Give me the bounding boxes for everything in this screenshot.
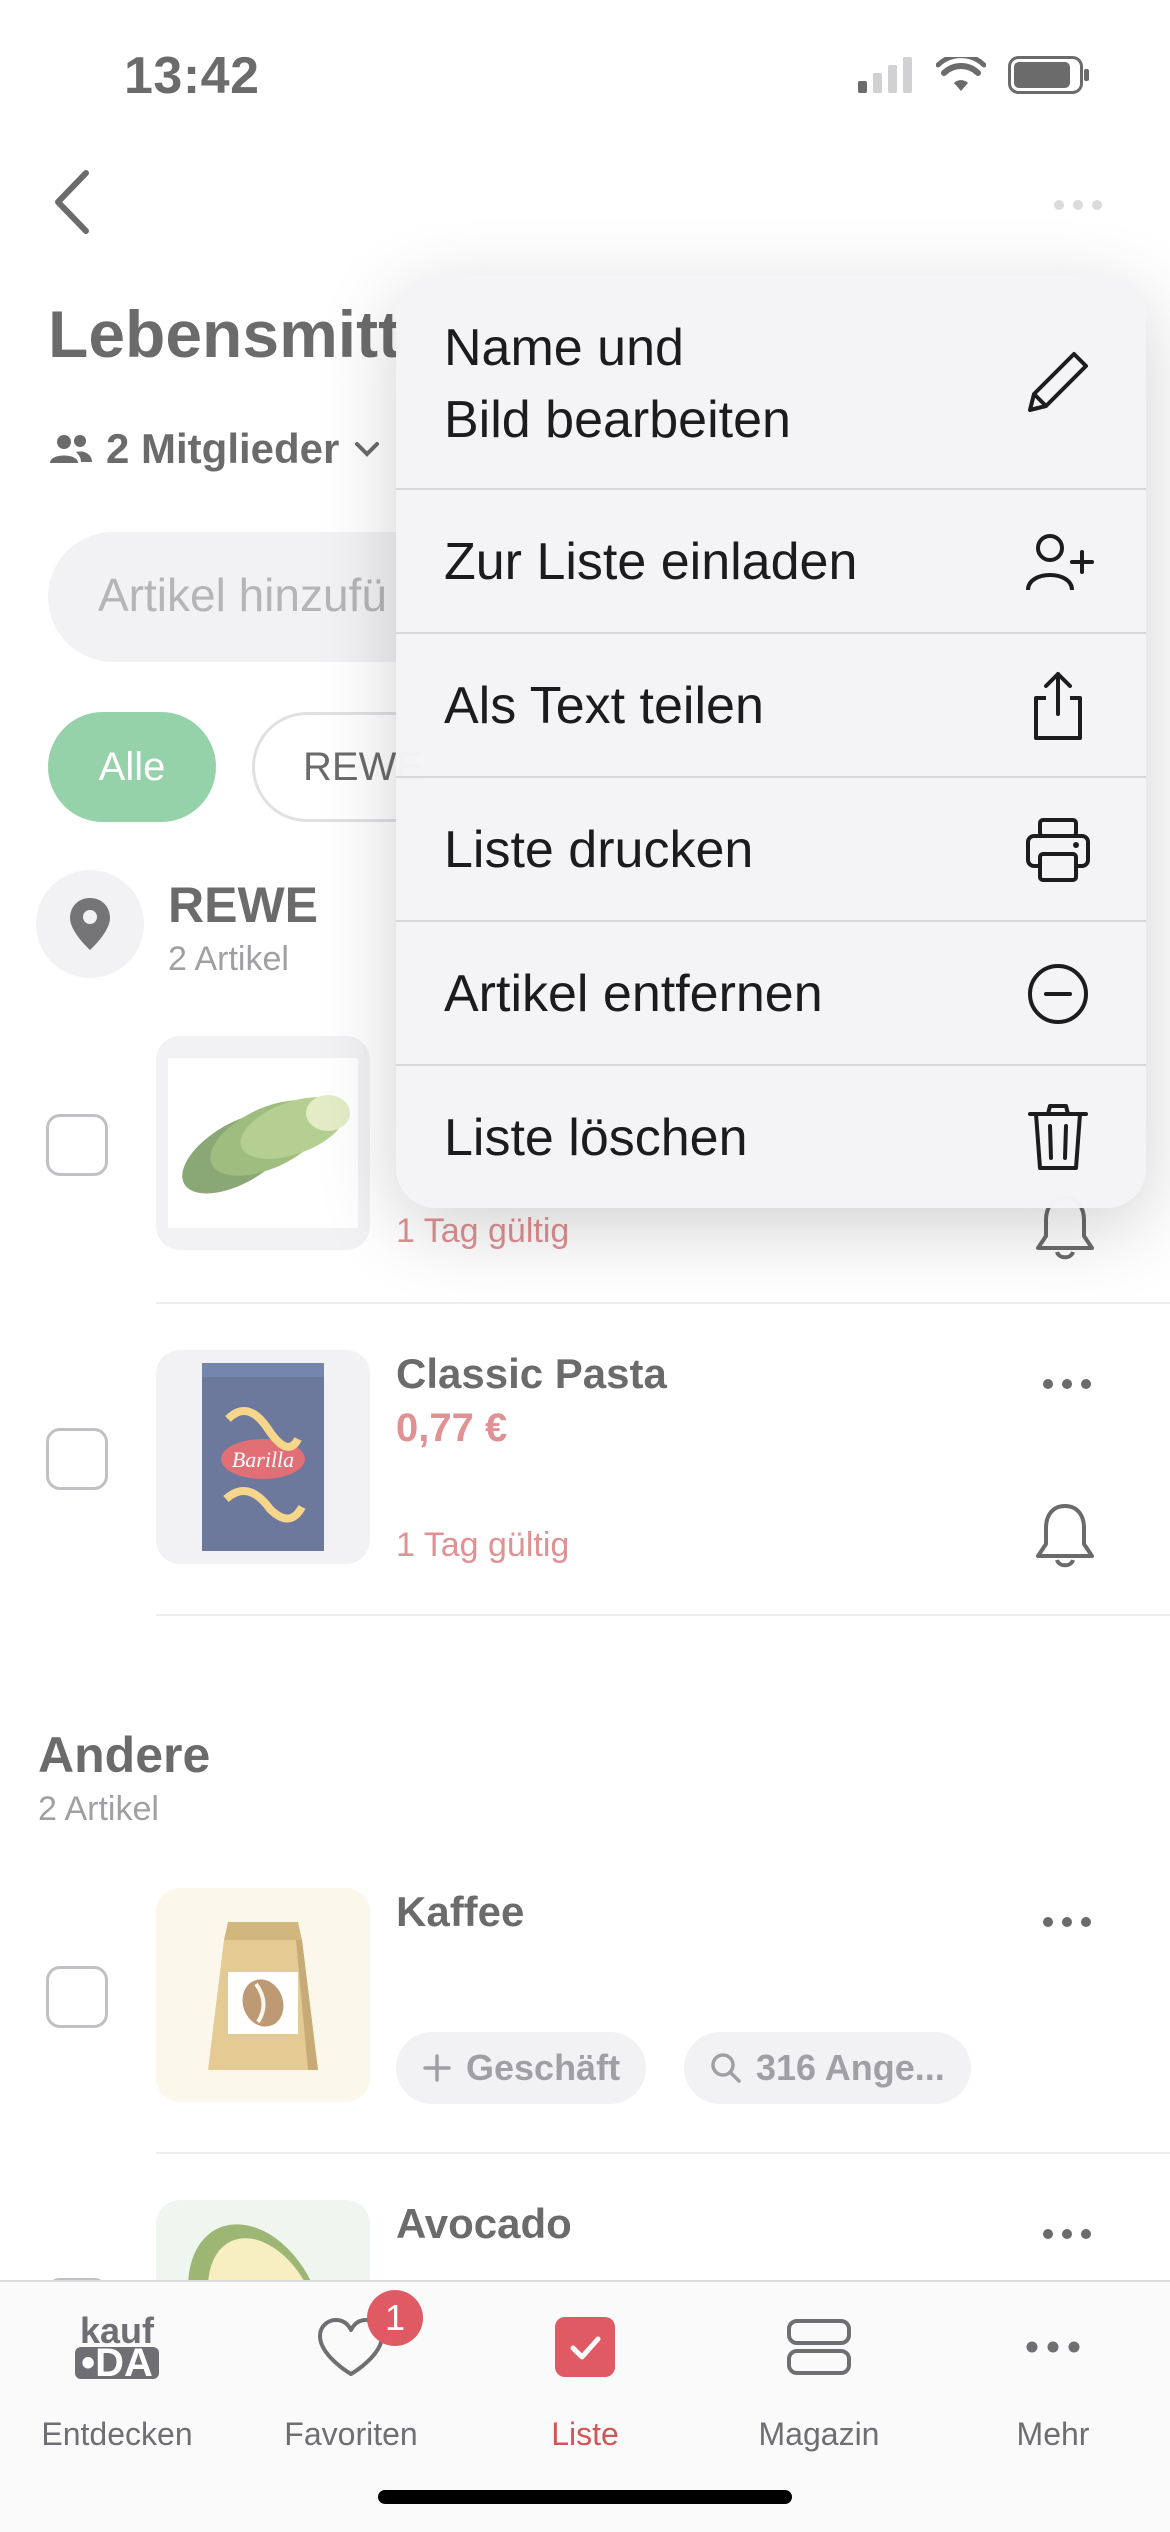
checklist-icon (555, 2317, 615, 2377)
tab-label: Entdecken (41, 2416, 193, 2452)
tab-favoriten[interactable]: 1 Favoriten (234, 2290, 468, 2482)
minus-circle-icon (1018, 954, 1098, 1034)
more-icon (1026, 2341, 1080, 2353)
printer-icon (1018, 810, 1098, 890)
menu-item-label: Artikel entfernen (444, 965, 823, 1023)
tab-liste[interactable]: Liste (468, 2302, 702, 2482)
tab-entdecken[interactable]: kauf •DA Entdecken (0, 2302, 234, 2482)
menu-item-label: Als Text teilen (444, 677, 764, 735)
menu-item-label: Liste löschen (444, 1109, 748, 1167)
menu-item-delete-list[interactable]: Liste löschen (396, 1066, 1146, 1208)
menu-item-share-text[interactable]: Als Text teilen (396, 634, 1146, 778)
menu-item-print[interactable]: Liste drucken (396, 778, 1146, 922)
tab-magazin[interactable]: Magazin (702, 2302, 936, 2482)
menu-item-label: Zur Liste einladen (444, 533, 858, 591)
tab-bar: kauf •DA Entdecken 1 Favoriten Liste Mag… (0, 2280, 1170, 2532)
trash-icon (1018, 1096, 1098, 1176)
tab-label: Magazin (758, 2416, 880, 2452)
menu-item-label-line2: Bild bearbeiten (444, 391, 791, 449)
home-indicator (378, 2490, 792, 2504)
menu-item-remove-items[interactable]: Artikel entfernen (396, 922, 1146, 1066)
menu-item-invite[interactable]: Zur Liste einladen (396, 490, 1146, 634)
menu-item-edit-name-image[interactable]: Name und Bild bearbeiten (396, 276, 1146, 490)
menu-item-label-line1: Name und (444, 319, 684, 377)
favorites-badge: 1 (367, 2290, 423, 2346)
tab-label: Mehr (1016, 2416, 1090, 2452)
context-menu: Name und Bild bearbeiten Zur Liste einla… (396, 276, 1146, 1208)
share-icon (1018, 666, 1098, 746)
magazine-icon (787, 2319, 851, 2375)
tab-label: Favoriten (284, 2416, 418, 2452)
menu-item-label: Liste drucken (444, 821, 754, 879)
pencil-icon (1018, 342, 1098, 422)
kaufda-logo-bottom: •DA (75, 2343, 159, 2383)
add-person-icon (1018, 522, 1098, 602)
tab-label: Liste (551, 2416, 619, 2452)
kaufda-logo: kauf •DA (67, 2302, 167, 2392)
tab-mehr[interactable]: Mehr (936, 2302, 1170, 2482)
